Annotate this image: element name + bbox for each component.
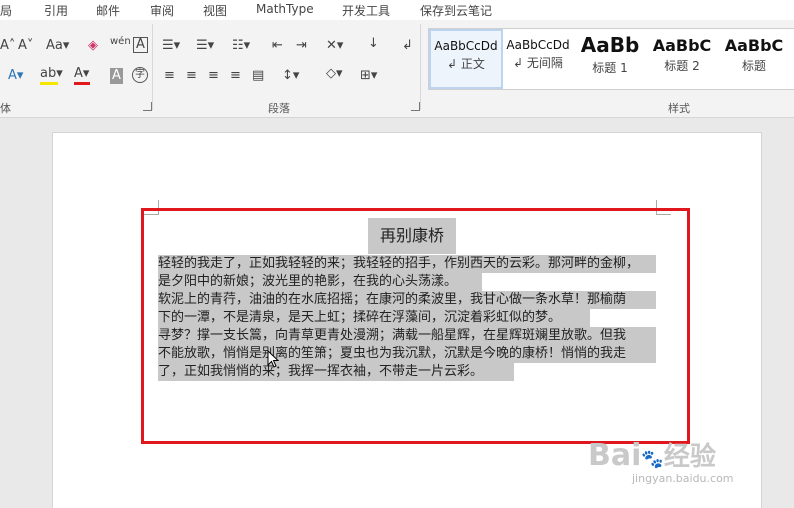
text-line[interactable]: 不能放歌，悄悄是别离的笙箫；夏虫也为我沉默，沉默是今晚的康桥！悄悄的我走	[158, 345, 656, 363]
tab-review[interactable]: 审阅	[150, 2, 174, 19]
increase-indent-icon[interactable]: ⇥	[296, 38, 307, 54]
style-heading-2[interactable]: AaBbC 标题 2	[647, 30, 717, 86]
style-preview: AaBbCcDd	[506, 38, 570, 52]
sort-icon[interactable]: ↓	[368, 36, 379, 52]
style-name: 标题 2	[664, 59, 700, 73]
align-left-icon[interactable]: ≡	[164, 68, 175, 84]
multilevel-list-icon[interactable]: ☷▾	[232, 38, 250, 54]
tab-mathtype[interactable]: MathType	[256, 2, 314, 16]
watermark-brand: Bai🐾经验	[588, 438, 716, 473]
bullets-icon[interactable]: ☰▾	[162, 38, 180, 54]
borders-icon[interactable]: ⊞▾	[360, 68, 377, 84]
style-normal[interactable]: AaBbCcDd ↲ 正文	[429, 29, 503, 89]
margin-mark	[656, 200, 671, 215]
distributed-icon[interactable]: ▤	[252, 68, 264, 84]
style-title[interactable]: AaBbC 标题	[719, 30, 789, 86]
highlight-color-button[interactable]: ab▾	[40, 66, 63, 82]
style-preview: AaBb	[580, 33, 640, 57]
group-separator	[420, 24, 421, 110]
font-color-button[interactable]: A▾	[74, 66, 89, 82]
shading-icon[interactable]: ◇▾	[326, 66, 343, 82]
text-line[interactable]: 下的一潭，不是清泉，是天上虹；揉碎在浮藻间，沉淀着彩虹似的梦。	[158, 309, 590, 327]
font-group-label: 体	[0, 102, 11, 115]
char-shading-button[interactable]: A	[110, 68, 123, 84]
styles-group-label: 样式	[668, 102, 690, 115]
paragraph-dialog-launcher-icon[interactable]	[411, 102, 420, 111]
margin-mark	[144, 200, 159, 215]
style-preview: AaBbCcDd	[434, 39, 498, 53]
align-right-icon[interactable]: ≡	[208, 68, 219, 84]
justify-icon[interactable]: ≡	[230, 68, 241, 84]
numbering-icon[interactable]: ☰▾	[196, 38, 214, 54]
mouse-cursor-icon	[267, 350, 279, 368]
style-name: 标题 1	[592, 61, 628, 75]
change-case-button[interactable]: Aa▾	[46, 38, 69, 54]
ribbon: A˄ A˅ Aa▾ ◈ wén A ☰▾ ☰▾ ☷▾ ⇤ ⇥ ✕▾ ↓ ↲ A▾…	[0, 20, 794, 118]
poem-title[interactable]: 再别康桥	[368, 218, 456, 254]
watermark-url: jingyan.baidu.com	[632, 472, 734, 485]
chinese-layout-icon[interactable]: ✕▾	[326, 38, 343, 54]
font-size-decrease-button[interactable]: A˅	[18, 38, 33, 54]
style-heading-1[interactable]: AaBb 标题 1	[577, 30, 643, 86]
text-line[interactable]: 软泥上的青荇，油油的在水底招摇；在康河的柔波里，我甘心做一条水草！那榆荫	[158, 291, 656, 309]
style-preview: AaBbC	[724, 36, 784, 55]
group-separator	[152, 24, 153, 110]
highlight-color-bar	[40, 82, 58, 85]
tab-developer[interactable]: 开发工具	[342, 2, 390, 19]
line-spacing-icon[interactable]: ↕▾	[282, 68, 299, 84]
char-border-button[interactable]: A	[133, 37, 148, 53]
tab-view[interactable]: 视图	[203, 2, 227, 19]
ribbon-tab-bar: 局 引用 邮件 审阅 视图 MathType 开发工具 保存到云笔记	[0, 0, 794, 20]
tab-save-cloud[interactable]: 保存到云笔记	[420, 2, 492, 19]
enclose-char-button[interactable]: 字	[132, 67, 148, 83]
style-preview: AaBbC	[652, 36, 712, 55]
style-name: ↲ 无间隔	[513, 56, 563, 70]
tab-mailings[interactable]: 邮件	[96, 2, 120, 19]
tab-layout[interactable]: 局	[0, 2, 12, 19]
decrease-indent-icon[interactable]: ⇤	[272, 38, 283, 54]
text-effects-button[interactable]: A▾	[8, 68, 23, 84]
style-name: 标题	[741, 59, 766, 73]
phonetic-guide-button[interactable]: wén	[110, 34, 131, 50]
paragraph-group-label: 段落	[268, 102, 290, 115]
show-marks-icon[interactable]: ↲	[402, 38, 413, 54]
style-name: ↲ 正文	[447, 57, 485, 71]
text-line[interactable]: 寻梦？撑一支长篙，向青草更青处漫溯；满载一船星辉，在星辉斑斓里放歌。但我	[158, 327, 656, 345]
font-color-bar	[74, 82, 90, 85]
align-center-icon[interactable]: ≡	[186, 68, 197, 84]
text-line[interactable]: 轻轻的我走了，正如我轻轻的来；我轻轻的招手，作别西天的云彩。那河畔的金柳，	[158, 255, 656, 273]
tab-references[interactable]: 引用	[44, 2, 68, 19]
style-no-spacing[interactable]: AaBbCcDd ↲ 无间隔	[503, 30, 573, 86]
styles-gallery: AaBbCcDd ↲ 正文 AaBbCcDd ↲ 无间隔 AaBb 标题 1 A…	[428, 28, 794, 90]
font-size-increase-button[interactable]: A˄	[0, 38, 15, 54]
font-dialog-launcher-icon[interactable]	[143, 102, 152, 111]
text-line[interactable]: 了，正如我悄悄的来；我挥一挥衣袖，不带走一片云彩。	[158, 363, 514, 381]
text-line[interactable]: 是夕阳中的新娘；波光里的艳影，在我的心头荡漾。	[158, 273, 482, 291]
eraser-icon[interactable]: ◈	[88, 38, 98, 54]
